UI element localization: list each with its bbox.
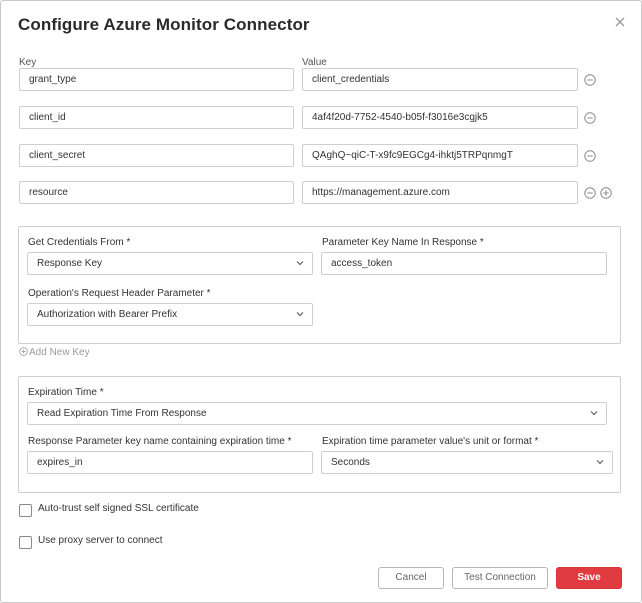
scrolled-text-fragment	[19, 45, 79, 49]
cancel-button[interactable]: Cancel	[378, 567, 444, 589]
expiration-time-select[interactable]: Read Expiration Time From Response	[27, 402, 607, 425]
proxy-label: Use proxy server to connect	[38, 535, 163, 546]
chevron-down-icon	[296, 312, 304, 317]
get-credentials-value: Response Key	[37, 258, 103, 269]
remove-row-icon[interactable]	[584, 150, 596, 162]
expiration-key-name-label: Response Parameter key name containing e…	[28, 436, 292, 447]
get-credentials-select[interactable]: Response Key	[27, 252, 313, 275]
expiration-unit-value: Seconds	[331, 457, 370, 468]
key-input-resource[interactable]: resource	[19, 181, 294, 204]
chevron-down-icon	[296, 261, 304, 266]
value-input-grant-type[interactable]: client_credentials	[302, 68, 578, 91]
add-row-icon[interactable]	[600, 187, 612, 199]
add-circle-icon	[19, 347, 28, 356]
expiration-time-label: Expiration Time *	[28, 387, 104, 398]
credentials-section: Get Credentials From * Response Key Para…	[18, 226, 621, 344]
value-input-client-secret[interactable]: QAghQ~qiC-T-x9fc9EGCg4-ihktj5TRPqnmgT	[302, 144, 578, 167]
proxy-checkbox[interactable]	[19, 536, 32, 549]
configure-connector-dialog: Configure Azure Monitor Connector Key Va…	[0, 0, 642, 603]
test-connection-button[interactable]: Test Connection	[452, 567, 548, 589]
dialog-body[interactable]: Key Value grant_type client_credentials …	[1, 45, 641, 555]
param-key-name-label: Parameter Key Name In Response *	[322, 237, 484, 248]
header-param-value: Authorization with Bearer Prefix	[37, 309, 178, 320]
value-input-resource[interactable]: https://management.azure.com	[302, 181, 578, 204]
expiration-unit-select[interactable]: Seconds	[321, 451, 613, 474]
header-param-select[interactable]: Authorization with Bearer Prefix	[27, 303, 313, 326]
param-key-name-input[interactable]: access_token	[321, 252, 607, 275]
key-input-grant-type[interactable]: grant_type	[19, 68, 294, 91]
ssl-trust-label: Auto-trust self signed SSL certificate	[38, 503, 199, 514]
header-param-label: Operation's Request Header Parameter *	[28, 288, 211, 299]
remove-row-icon[interactable]	[584, 74, 596, 86]
add-new-key-label: Add New Key	[29, 347, 90, 358]
value-input-client-id[interactable]: 4af4f20d-7752-4540-b05f-f3016e3cgjk5	[302, 106, 578, 129]
key-input-client-id[interactable]: client_id	[19, 106, 294, 129]
expiration-key-name-input[interactable]: expires_in	[27, 451, 313, 474]
get-credentials-label: Get Credentials From *	[28, 237, 131, 248]
remove-row-icon[interactable]	[584, 112, 596, 124]
ssl-trust-checkbox[interactable]	[19, 504, 32, 517]
value-column-label: Value	[302, 57, 327, 68]
key-input-client-secret[interactable]: client_secret	[19, 144, 294, 167]
expiration-unit-label: Expiration time parameter value's unit o…	[322, 436, 539, 447]
expiration-section: Expiration Time * Read Expiration Time F…	[18, 376, 621, 493]
key-column-label: Key	[19, 57, 37, 68]
chevron-down-icon	[596, 460, 604, 465]
chevron-down-icon	[590, 411, 598, 416]
expiration-time-value: Read Expiration Time From Response	[37, 408, 207, 419]
save-button[interactable]: Save	[556, 567, 622, 589]
close-icon[interactable]	[613, 15, 627, 29]
remove-row-icon[interactable]	[584, 187, 596, 199]
add-new-key-link[interactable]: Add New Key	[19, 347, 90, 358]
dialog-title: Configure Azure Monitor Connector	[18, 15, 310, 34]
